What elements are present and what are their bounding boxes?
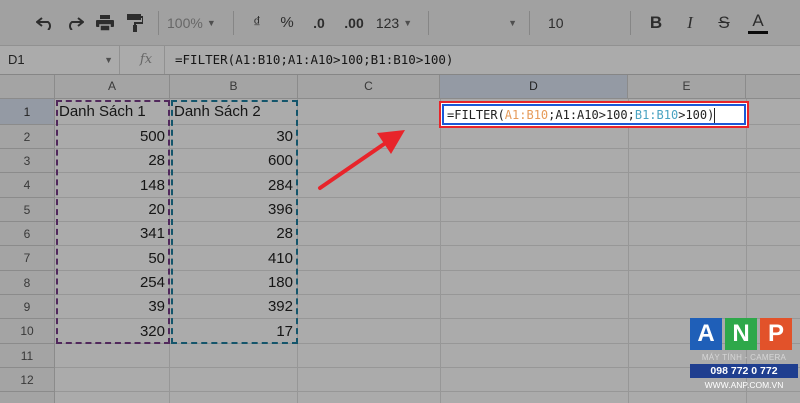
paint-format-icon[interactable]	[120, 9, 150, 37]
row-header[interactable]: 5	[0, 198, 55, 222]
more-formats-button[interactable]: 123 ▼	[372, 9, 416, 37]
logo-letter-p: P	[760, 318, 792, 350]
italic-button[interactable]: I	[673, 9, 707, 37]
formula-function: =FILTER(	[447, 108, 505, 122]
formula-bar: D1 ▼ fx =FILTER(A1:B10;A1:A10>100;B1:B10…	[0, 45, 800, 75]
formula-range-1: A1:B10	[504, 108, 549, 122]
logo-letter-n: N	[725, 318, 757, 350]
row-header[interactable]: 12	[0, 368, 55, 392]
zoom-select[interactable]: 100% ▼	[167, 9, 225, 37]
toolbar-divider	[529, 10, 530, 35]
print-icon[interactable]	[90, 9, 120, 37]
annotation-arrow	[318, 130, 405, 190]
column-header-b[interactable]: B	[170, 75, 298, 99]
name-box[interactable]: D1 ▼	[0, 46, 120, 74]
text-color-button[interactable]: A	[741, 9, 775, 37]
toolbar-divider	[233, 10, 234, 35]
undo-icon[interactable]	[30, 9, 60, 37]
formula-criteria-2: >100)	[678, 108, 715, 122]
toolbar-divider	[630, 10, 631, 35]
grid-lines	[55, 99, 800, 403]
row-header[interactable]: 7	[0, 246, 55, 271]
row-header[interactable]: 10	[0, 319, 55, 344]
decrease-decimal-button[interactable]: .0	[302, 9, 336, 37]
chevron-down-icon: ▼	[104, 55, 113, 65]
row-header[interactable]: 2	[0, 125, 55, 149]
column-header-f[interactable]	[746, 75, 800, 99]
chevron-down-icon: ▼	[508, 17, 517, 28]
logo-phone: 098 772 0 772	[690, 364, 798, 378]
text-cursor	[714, 108, 716, 123]
more-formats-label: 123	[375, 14, 400, 31]
row-header[interactable]: 11	[0, 344, 55, 368]
formula-input[interactable]: =FILTER(A1:B10;A1:A10>100;B1:B10>100)	[175, 46, 453, 74]
anp-logo: A N P MÁY TÍNH - CAMERA 098 772 0 772 WW…	[690, 318, 798, 400]
row-header[interactable]: 3	[0, 149, 55, 173]
select-all-corner[interactable]	[0, 75, 55, 99]
row-header[interactable]: 4	[0, 173, 55, 198]
logo-tagline: MÁY TÍNH - CAMERA	[701, 353, 787, 362]
currency-button[interactable]: ₫	[242, 9, 272, 37]
row-header[interactable]: 9	[0, 295, 55, 319]
redo-icon[interactable]	[60, 9, 90, 37]
text-color-label: A	[752, 10, 764, 30]
cell-reference: D1	[8, 52, 25, 67]
active-cell-editor[interactable]: =FILTER(A1:B10;A1:A10>100;B1:B10>100)	[439, 101, 749, 128]
zoom-value: 100%	[167, 14, 203, 31]
column-header-c[interactable]: C	[298, 75, 440, 99]
formula-range-2: B1:B10	[634, 108, 679, 122]
toolbar-divider	[428, 10, 429, 35]
increase-decimal-button[interactable]: .00	[336, 9, 372, 37]
row-header[interactable]: 8	[0, 271, 55, 295]
fx-icon: fx	[128, 46, 165, 74]
chevron-down-icon: ▼	[206, 17, 216, 28]
row-header[interactable]: 1	[0, 99, 55, 125]
text-color-swatch	[748, 30, 768, 34]
row-header[interactable]	[0, 392, 55, 403]
column-header-e[interactable]: E	[628, 75, 746, 99]
logo-website: WWW.ANP.COM.VN	[704, 380, 784, 390]
chevron-down-icon: ▼	[403, 17, 413, 28]
bold-button[interactable]: B	[639, 9, 673, 37]
row-header[interactable]: 6	[0, 222, 55, 246]
toolbar-divider	[158, 10, 159, 35]
strikethrough-button[interactable]: S	[707, 9, 741, 37]
logo-letter-a: A	[690, 318, 722, 350]
toolbar: 100% ▼ ₫ % .0 .00 123 ▼ ▼ 10 B I S A	[0, 0, 800, 45]
cell-d1-formula[interactable]: =FILTER(A1:B10;A1:A10>100;B1:B10>100)	[442, 104, 746, 125]
formula-criteria-1: ;A1:A10>100;	[548, 108, 635, 122]
font-size-select[interactable]: 10	[538, 9, 622, 37]
column-header-a[interactable]: A	[55, 75, 170, 99]
column-header-d[interactable]: D	[440, 75, 628, 99]
percent-button[interactable]: %	[272, 9, 302, 37]
font-family-select[interactable]: ▼	[437, 9, 521, 37]
